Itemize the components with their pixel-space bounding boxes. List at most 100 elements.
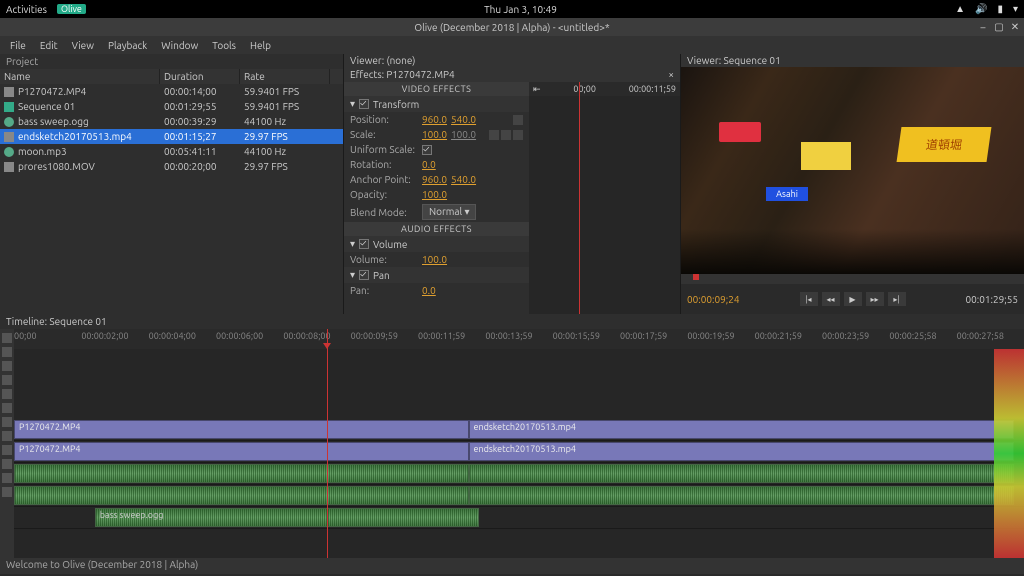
project-item[interactable]: bass sweep.ogg00:00:39:2944100 Hz [0,114,343,129]
opacity-value[interactable]: 100.0 [422,189,447,200]
video-track-1[interactable]: P1270472.MP4 endsketch20170513.mp4 [14,419,1024,441]
timeline-playhead[interactable] [327,329,328,558]
effects-properties: VIDEO EFFECTS ▾ Transform Position:960.0… [344,82,529,314]
activities-button[interactable]: Activities [6,4,47,15]
project-item[interactable]: Sequence 0100:01:29;5559.9401 FPS [0,99,343,114]
snap-toggle[interactable] [2,445,12,455]
window-maximize-button[interactable]: ▢ [994,22,1004,32]
anchor-y[interactable]: 540.0 [451,174,476,185]
clip-a3[interactable]: bass sweep.ogg [95,508,479,527]
step-fwd-button[interactable]: ▸▸ [866,292,884,306]
ripple-tool[interactable] [2,361,12,371]
menu-help[interactable]: Help [244,38,277,53]
zoom-tool[interactable] [2,459,12,469]
window-minimize-button[interactable]: – [978,22,988,32]
clip-a1b[interactable] [469,464,1014,483]
keyframe-button[interactable] [513,115,523,125]
keyframe-next-button[interactable] [513,130,523,140]
goto-end-button[interactable]: ▸| [888,292,906,306]
clip-a2b[interactable] [469,486,1014,505]
slip-tool[interactable] [2,389,12,399]
clip-v2b[interactable]: endsketch20170513.mp4 [469,442,1014,461]
transform-group[interactable]: ▾ Transform [344,96,529,112]
slide-tool[interactable] [2,403,12,413]
project-item[interactable]: endsketch20170513.mp400:01:15;2729.97 FP… [0,129,343,144]
clip-v1b[interactable]: endsketch20170513.mp4 [469,420,1014,439]
menu-view[interactable]: View [66,38,100,53]
menu-playback[interactable]: Playback [102,38,153,53]
step-back-button[interactable]: ◂◂ [822,292,840,306]
rotation-value[interactable]: 0.0 [422,159,436,170]
razor-tool[interactable] [2,375,12,385]
play-button[interactable]: ▶ [844,292,862,306]
transform-label: Transform [373,99,419,110]
viewer-scrub-bar[interactable] [681,274,1024,284]
audio-meter [994,349,1024,558]
col-rate[interactable]: Rate [240,69,330,84]
video-file-icon [4,132,14,142]
scale-y[interactable]: 100.0 [451,129,476,140]
timeline-ruler[interactable]: 00;0000:00:02;0000:00:04;0000:00:06;0000… [14,329,1024,349]
effects-keyframe-area[interactable]: ⇤ 00;00 00:00:11;59 [529,82,680,314]
blend-mode-dropdown[interactable]: Normal ▾ [422,204,476,220]
project-item[interactable]: prores1080.MOV00:00:20;0029.97 FPS [0,159,343,174]
position-y[interactable]: 540.0 [451,114,476,125]
volume-value[interactable]: 100.0 [422,254,447,265]
scale-x[interactable]: 100.0 [422,129,447,140]
hand-tool[interactable] [2,417,12,427]
edit-tool[interactable] [2,347,12,357]
effects-close-icon[interactable]: × [668,69,674,80]
project-list[interactable]: P1270472.MP400:00:14;0059.9401 FPSSequen… [0,84,343,314]
menu-window[interactable]: Window [155,38,204,53]
viewer-canvas[interactable]: 道頓堀Asahi [681,67,1024,274]
ruler-tick: 00;00 [14,331,37,341]
project-item[interactable]: moon.mp300:05:41:1144100 Hz [0,144,343,159]
volume-enable-checkbox[interactable] [359,239,369,249]
pan-enable-checkbox[interactable] [359,270,369,280]
app-indicator[interactable]: Olive [57,4,86,14]
timeline-tracks[interactable]: 00;0000:00:02;0000:00:04;0000:00:06;0000… [14,329,1024,558]
volume-icon[interactable]: 🔊 [975,3,987,15]
current-timecode[interactable]: 00:00:09;24 [687,294,740,305]
project-item[interactable]: P1270472.MP400:00:14;0059.9401 FPS [0,84,343,99]
pointer-tool[interactable] [2,333,12,343]
ruler-tick: 00:00:23;59 [822,331,869,341]
audio-track-1[interactable] [14,463,1024,485]
effects-playhead[interactable] [579,82,580,314]
position-x[interactable]: 960.0 [422,114,447,125]
battery-icon[interactable]: ▮ [997,3,1003,15]
clip-a2a[interactable] [14,486,469,505]
menu-edit[interactable]: Edit [34,38,64,53]
record-button[interactable] [2,473,12,483]
keyframe-prev-button[interactable] [489,130,499,140]
volume-group[interactable]: ▾Volume [344,236,529,252]
pan-group[interactable]: ▾Pan [344,267,529,283]
clip-v2a[interactable]: P1270472.MP4 [14,442,469,461]
video-track-2[interactable]: P1270472.MP4 endsketch20170513.mp4 [14,441,1024,463]
uniform-scale-checkbox[interactable] [422,145,432,155]
volume-group-label: Volume [373,239,407,250]
menu-file[interactable]: File [4,38,32,53]
audio-track-2[interactable] [14,485,1024,507]
pan-value[interactable]: 0.0 [422,285,436,296]
keyframe-add-button[interactable] [501,130,511,140]
col-name[interactable]: Name [0,69,160,84]
goto-start-icon[interactable]: ⇤ [533,84,541,95]
ruler-tick: 00:00:19;59 [687,331,734,341]
audio-track-3[interactable]: bass sweep.ogg [14,507,1024,529]
add-track-button[interactable] [2,487,12,497]
ruler-tick: 00:00:08;00 [283,331,330,341]
power-icon[interactable]: ▾ [1013,3,1018,15]
network-icon[interactable]: ▲ [955,3,965,15]
menu-tools[interactable]: Tools [206,38,242,53]
transform-enable-checkbox[interactable] [359,99,369,109]
transition-tool[interactable] [2,431,12,441]
window-close-button[interactable]: ✕ [1010,22,1020,32]
clip-a1a[interactable] [14,464,469,483]
col-duration[interactable]: Duration [160,69,240,84]
anchor-x[interactable]: 960.0 [422,174,447,185]
clip-v1a[interactable]: P1270472.MP4 [14,420,469,439]
goto-start-button[interactable]: |◂ [800,292,818,306]
effects-title: Effects: P1270472.MP4 [350,69,455,80]
timeline-toolbar [0,329,14,558]
